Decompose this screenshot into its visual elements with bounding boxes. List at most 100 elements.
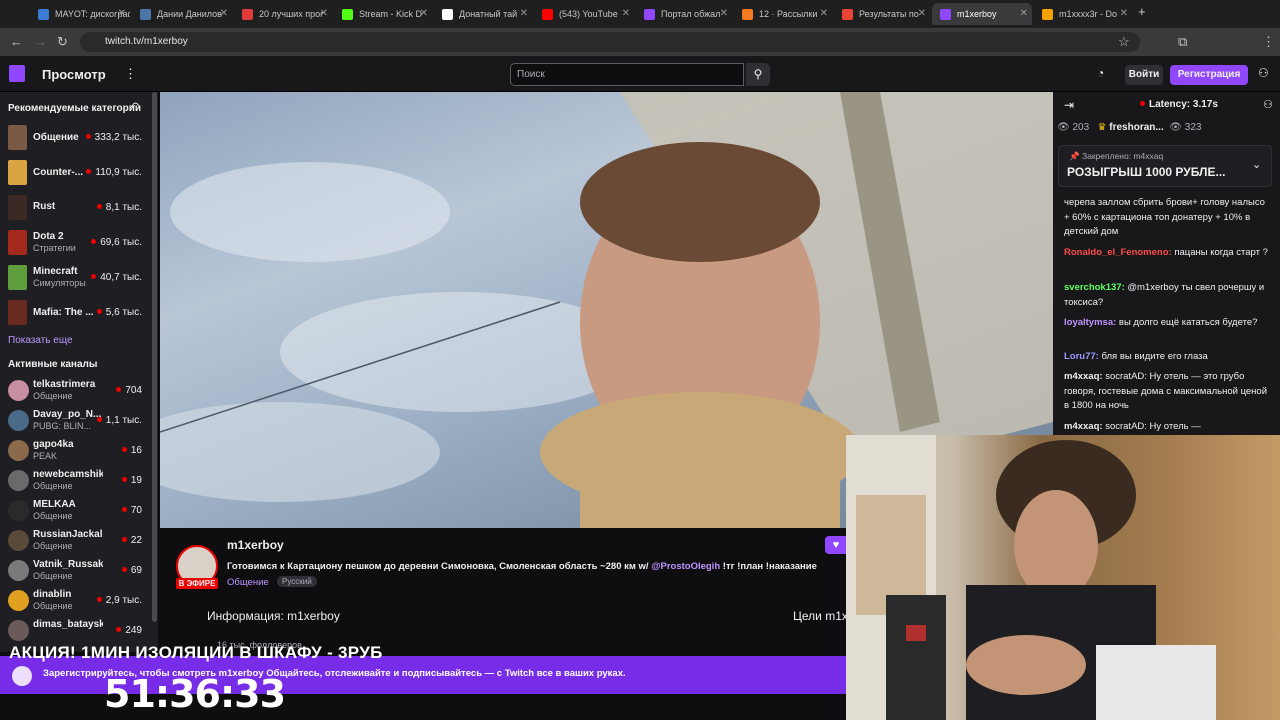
twitch-logo-icon[interactable] [9,65,25,82]
browser-tab-bar: MAYOT: дискография✕ Дании Данилов✕ 20 лу… [0,0,1280,28]
search-icon[interactable]: ⚲ [746,63,770,86]
viewer-count: 69 [121,565,142,576]
category-item[interactable]: Общение 333,2 тыс. [0,122,150,156]
category-link[interactable]: Общение [227,577,269,588]
facecam-overlay [846,435,1280,720]
latency-indicator: Latency: 3.17s [1140,99,1218,110]
avatar [8,380,29,401]
category-item[interactable]: Minecraft Симуляторы 40,7 тыс. [0,262,150,296]
browser-tab[interactable]: Результаты по ✕ [834,3,930,25]
close-tab-icon[interactable]: ✕ [1120,8,1128,19]
sidebar-scrollbar[interactable] [152,92,157,622]
prime-icon[interactable]: ◔ [1097,66,1104,80]
channel-item[interactable]: gapo4ka PEAK 16 [0,435,150,469]
collapse-sidebar-icon[interactable]: ↶ [130,100,139,113]
sidebar: Рекомендуемые категории ↶ Общение 333,2 т… [0,92,158,652]
category-thumbnail [8,160,27,185]
user-icon[interactable]: ⚇ [1258,66,1269,80]
category-thumbnail [8,125,27,150]
active-channels-heading: Активные каналы [8,359,98,370]
twitch-glitch-icon [12,666,32,686]
back-icon[interactable]: ← [10,34,23,49]
channel-name[interactable]: m1xerboy [227,538,284,552]
chevron-down-icon[interactable]: ⌄ [1252,158,1261,171]
pinned-message[interactable]: 📌 Закреплено: m4xxaq РОЗЫГРЫШ 1000 РУБЛЕ… [1058,145,1272,187]
browser-tab[interactable]: Донатный тай ✕ [434,3,532,25]
browser-tab-active[interactable]: m1xerboy ✕ [932,3,1032,25]
category-item[interactable]: Counter-... 110,9 тыс. [0,157,150,191]
new-tab-icon[interactable]: + [1138,4,1146,19]
chat-message: Loru77: бля вы видите его глаза [1064,351,1208,362]
tab-favicon-icon [940,8,951,20]
collapse-chat-icon[interactable]: ⇥ [1064,98,1074,112]
category-item[interactable]: Rust 8,1 тыс. [0,192,150,226]
tab-favicon-icon [542,8,553,20]
avatar [8,500,29,521]
tab-favicon-icon [1042,8,1053,20]
viewer-count: 333,2 тыс. [85,132,142,143]
browser-tab[interactable]: Stream - Kick D ✕ [334,3,432,25]
close-tab-icon[interactable]: ✕ [918,8,926,19]
signup-button[interactable]: Регистрация [1170,65,1248,85]
close-tab-icon[interactable]: ✕ [320,8,328,19]
channel-item[interactable]: MELKAA Общение 70 [0,495,150,529]
browser-tab[interactable]: 20 лучших прог ✕ [234,3,332,25]
browse-link[interactable]: Просмотр [42,67,106,82]
extensions-icon[interactable]: ⧉ [1178,34,1187,50]
close-tab-icon[interactable]: ✕ [520,8,528,19]
pinned-text: РОЗЫГРЫШ 1000 РУБЛЕ... [1067,165,1226,179]
category-thumbnail [8,230,27,255]
category-thumbnail [8,265,27,290]
close-tab-icon[interactable]: ✕ [420,8,428,19]
close-tab-icon[interactable]: ✕ [720,8,728,19]
recommended-heading: Рекомендуемые категории [8,103,142,114]
browser-tab[interactable]: m1xxxx3r - Do ✕ [1034,3,1132,25]
avatar [8,530,29,551]
twitch-top-nav: Просмотр ⋮ Поиск ⚲ ◔ Войти Регистрация ⚇ [0,56,1280,92]
tab-favicon-icon [442,8,453,20]
show-more-link[interactable]: Показать еще [8,335,73,346]
category-thumbnail [8,195,27,220]
follow-heart-icon[interactable]: ♥ [825,536,847,554]
more-options-icon[interactable]: ⋮ [124,66,137,82]
url-field[interactable]: twitch.tv/m1xerboy [80,32,1140,52]
close-tab-icon[interactable]: ✕ [220,8,228,19]
crown-icon: ♛ [1097,122,1107,133]
channel-item[interactable]: Davay_po_N... PUBG: BLIN... 1,1 тыс. [0,405,150,439]
close-tab-icon[interactable]: ✕ [118,8,126,19]
category-item[interactable]: Dota 2 Стратегии 69,6 тыс. [0,227,150,261]
language-tag[interactable]: Русский [277,576,317,587]
reload-icon[interactable]: ↻ [57,34,68,50]
category-item[interactable]: Mafia: The ... 5,6 тыс. [0,297,150,331]
forward-icon[interactable]: → [34,34,47,49]
eye-icon: 👁 [1169,122,1182,133]
community-icon[interactable]: ⚇ [1263,98,1273,111]
close-tab-icon[interactable]: ✕ [622,8,630,19]
close-tab-icon[interactable]: ✕ [1020,8,1028,19]
address-bar-row: ← → ↻ twitch.tv/m1xerboy ☆ ⧉ ⋮ [0,28,1280,56]
channel-item[interactable]: dinablin Общение 2,9 тыс. [0,585,150,619]
viewer-count: 22 [121,535,142,546]
browser-tab[interactable]: 12 · Рассылки ✕ [734,3,832,25]
browser-tab[interactable]: Дании Данилов ✕ [132,3,232,25]
search-input[interactable]: Поиск [510,63,744,86]
browser-tab[interactable]: (543) YouTube ✕ [534,3,634,25]
menu-icon[interactable]: ⋮ [1262,34,1275,50]
viewer-count: 8,1 тыс. [96,202,142,213]
mention-link[interactable]: @ProstoOlegih [651,561,720,572]
channel-item[interactable]: RussianJackalleОбщение22 [0,525,150,559]
browser-tab[interactable]: MAYOT: дискография✕ [30,3,130,25]
tab-favicon-icon [140,8,151,20]
login-button[interactable]: Войти [1125,65,1163,85]
viewer-count: 70 [121,505,142,516]
close-tab-icon[interactable]: ✕ [820,8,828,19]
bookmark-star-icon[interactable]: ☆ [1118,34,1130,50]
channel-item[interactable]: telkastrimera Общение 704 [0,375,150,409]
goals-heading: Цели m1x [793,609,848,623]
promo-headline: АКЦИЯ! 1МИН ИЗОЛЯЦИИ В ШКАФУ - 3РУБ [9,643,383,662]
channel-item[interactable]: Vatnik_Russak Общение 69 [0,555,150,589]
countdown-timer: 51:36:33 [104,672,286,716]
browser-tab[interactable]: Портал обжал ✕ [636,3,732,25]
live-badge: В ЭФИРЕ [176,578,218,589]
channel-item[interactable]: newebcamshik_ Общение 19 [0,465,150,499]
